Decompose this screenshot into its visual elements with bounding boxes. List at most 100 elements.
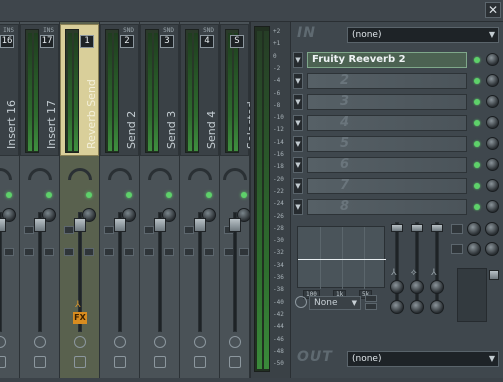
- clock-icon[interactable]: [0, 336, 6, 348]
- stereo-separation-arc[interactable]: [0, 168, 12, 180]
- fx-slot[interactable]: ▼ Fruity Reeverb 2: [291, 51, 503, 70]
- track-enable-led[interactable]: [86, 192, 92, 198]
- track-number[interactable]: 16: [0, 35, 14, 48]
- track-enable-led[interactable]: [6, 192, 12, 198]
- close-button[interactable]: ✕: [485, 2, 501, 18]
- eq-freq-knob-2[interactable]: [410, 280, 424, 294]
- output-select[interactable]: (none) ▼: [347, 351, 499, 367]
- track-enable-led[interactable]: [241, 192, 247, 198]
- slot-body[interactable]: 3: [307, 94, 467, 110]
- fx-slot[interactable]: ▼ 8: [291, 198, 503, 217]
- clock-icon[interactable]: [295, 296, 307, 308]
- route-button[interactable]: [64, 226, 74, 234]
- slot-body[interactable]: 2: [307, 73, 467, 89]
- track-header[interactable]: SND 2 Send 2: [100, 24, 139, 156]
- preset-prev-button[interactable]: [365, 295, 377, 302]
- slot-mix-knob[interactable]: [486, 179, 499, 192]
- eq-band-3-fader[interactable]: [431, 224, 443, 232]
- stereo-separation-arc[interactable]: [107, 168, 132, 180]
- link-button[interactable]: [84, 248, 94, 256]
- slot-mix-knob[interactable]: [486, 116, 499, 129]
- disk-icon[interactable]: [229, 356, 241, 368]
- eq-bw-knob-2[interactable]: [410, 300, 424, 314]
- route-button-2[interactable]: [184, 248, 194, 256]
- track-number[interactable]: 1: [80, 35, 94, 48]
- slot-enable-led[interactable]: [474, 162, 480, 168]
- stereo-knob-1[interactable]: [467, 222, 481, 236]
- track-enable-led[interactable]: [166, 192, 172, 198]
- route-button[interactable]: [144, 226, 154, 234]
- slot-enable-led[interactable]: [474, 141, 480, 147]
- slot-body[interactable]: 8: [307, 199, 467, 215]
- slot-mix-knob[interactable]: [486, 74, 499, 87]
- slot-mix-knob[interactable]: [486, 53, 499, 66]
- stereo-separation-arc[interactable]: [27, 168, 52, 180]
- clock-icon[interactable]: [74, 336, 86, 348]
- slot-body[interactable]: Fruity Reeverb 2: [307, 52, 467, 68]
- track-header[interactable]: INS 16 Insert 16: [0, 24, 19, 156]
- preset-next-button[interactable]: [365, 303, 377, 310]
- slot-enable-led[interactable]: [474, 57, 480, 63]
- eq-freq-knob-1[interactable]: [390, 280, 404, 294]
- slot-mix-knob[interactable]: [486, 95, 499, 108]
- slot-body[interactable]: 5: [307, 136, 467, 152]
- fx-slot[interactable]: ▼ 3: [291, 93, 503, 112]
- slot-menu-button[interactable]: ▼: [293, 157, 303, 173]
- eq-bw-knob-1[interactable]: [390, 300, 404, 314]
- volume-fader[interactable]: [0, 218, 6, 232]
- output-volume-fader[interactable]: [489, 270, 499, 280]
- volume-fader[interactable]: [194, 218, 206, 232]
- slot-menu-button[interactable]: ▼: [293, 73, 303, 89]
- slot-body[interactable]: 7: [307, 178, 467, 194]
- stereo-knob-3[interactable]: [467, 242, 481, 256]
- track-number[interactable]: 17: [40, 35, 54, 48]
- swap-right-button[interactable]: [451, 244, 463, 254]
- mixer-track-1[interactable]: INS 17 Insert 17: [20, 22, 60, 378]
- slot-mix-knob[interactable]: [486, 137, 499, 150]
- route-button-2[interactable]: [64, 248, 74, 256]
- input-select[interactable]: (none) ▼: [347, 27, 499, 43]
- disk-icon[interactable]: [0, 356, 6, 368]
- track-header[interactable]: INS 17 Insert 17: [20, 24, 59, 156]
- stereo-knob-4[interactable]: [485, 242, 499, 256]
- track-enable-led[interactable]: [46, 192, 52, 198]
- slot-menu-button[interactable]: ▼: [293, 52, 303, 68]
- volume-fader[interactable]: [34, 218, 46, 232]
- slot-menu-button[interactable]: ▼: [293, 94, 303, 110]
- slot-menu-button[interactable]: ▼: [293, 115, 303, 131]
- route-button-2[interactable]: [104, 248, 114, 256]
- eq-freq-knob-3[interactable]: [430, 280, 444, 294]
- stereo-separation-arc[interactable]: [147, 168, 172, 180]
- stereo-separation-arc[interactable]: [187, 168, 212, 180]
- slot-menu-button[interactable]: ▼: [293, 178, 303, 194]
- slot-body[interactable]: 6: [307, 157, 467, 173]
- slot-menu-button[interactable]: ▼: [293, 199, 303, 215]
- slot-body[interactable]: 4: [307, 115, 467, 131]
- track-enable-led[interactable]: [206, 192, 212, 198]
- route-button[interactable]: [24, 226, 34, 234]
- stereo-separation-arc[interactable]: [67, 168, 92, 180]
- track-header[interactable]: SND 3 Send 3: [140, 24, 179, 156]
- fx-slot[interactable]: ▼ 7: [291, 177, 503, 196]
- slot-enable-led[interactable]: [474, 99, 480, 105]
- track-number[interactable]: S: [230, 35, 244, 48]
- clock-icon[interactable]: [194, 336, 206, 348]
- route-button-2[interactable]: [144, 248, 154, 256]
- route-button-2[interactable]: [24, 248, 34, 256]
- stereo-separation-arc[interactable]: [222, 168, 247, 180]
- swap-left-button[interactable]: [451, 224, 463, 234]
- volume-fader[interactable]: [154, 218, 166, 232]
- link-button[interactable]: [204, 248, 214, 256]
- slot-mix-knob[interactable]: [486, 200, 499, 213]
- eq-band-1-fader[interactable]: [391, 224, 403, 232]
- disk-icon[interactable]: [34, 356, 46, 368]
- slot-enable-led[interactable]: [474, 183, 480, 189]
- disk-icon[interactable]: [194, 356, 206, 368]
- track-header[interactable]: S Selected: [220, 24, 258, 156]
- eq-bw-knob-3[interactable]: [430, 300, 444, 314]
- route-button[interactable]: [184, 226, 194, 234]
- track-number[interactable]: 2: [120, 35, 134, 48]
- slot-menu-button[interactable]: ▼: [293, 136, 303, 152]
- fx-slot[interactable]: ▼ 5: [291, 135, 503, 154]
- disk-icon[interactable]: [74, 356, 86, 368]
